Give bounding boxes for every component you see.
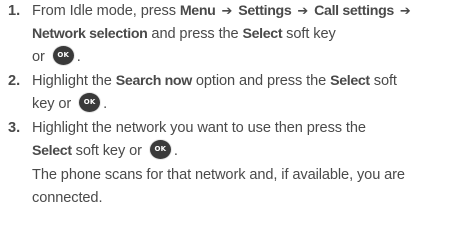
step-1-line-1: From Idle mode, press Menu ➔ Settings ➔ … (32, 0, 413, 22)
step-text: soft key (282, 26, 336, 42)
step-text: soft key or (71, 143, 142, 159)
step-text: . (173, 143, 178, 159)
step-text: . (76, 49, 81, 65)
step-text: key or (32, 96, 72, 112)
step-3-line-4: connected. (32, 187, 103, 209)
menu-term: Menu (179, 3, 216, 19)
search-now-term: Search now (115, 73, 192, 89)
step-1-line-2: Network selection and press the Select s… (32, 23, 336, 45)
step-text: Highlight the (32, 73, 116, 89)
step-text: From Idle mode, press (32, 3, 180, 19)
arrow-icon: ➔ (297, 4, 309, 19)
ok-key-icon: OK (78, 92, 102, 114)
select-term: Select (242, 26, 283, 42)
ok-key-icon: OK (148, 139, 172, 161)
ok-key-icon: OK (51, 45, 75, 67)
step-3-line-1: Highlight the network you want to use th… (32, 117, 366, 139)
step-number: 3. (8, 120, 21, 136)
step-number: 2. (8, 73, 21, 89)
step-1-line-3: or OK. (32, 45, 81, 68)
step-text: . (103, 96, 108, 112)
step-text: connected. (32, 190, 103, 206)
call-settings-term: Call settings (314, 3, 394, 19)
step-2-line-2: key or OK. (32, 92, 108, 115)
step-text: and press the (147, 26, 243, 42)
step-2-line-1: Highlight the Search now option and pres… (32, 70, 397, 92)
step-3-line-3: The phone scans for that network and, if… (32, 164, 405, 186)
step-text: or (32, 49, 45, 65)
settings-term: Settings (238, 3, 292, 19)
select-term: Select (32, 143, 72, 159)
step-number: 1. (8, 3, 21, 19)
step-3-line-2: Select soft key or OK. (32, 139, 178, 162)
arrow-icon: ➔ (399, 4, 411, 19)
network-selection-term: Network selection (32, 26, 148, 42)
step-text: option and press the (191, 73, 331, 89)
arrow-icon: ➔ (221, 4, 233, 19)
step-text: The phone scans for that network and, if… (32, 167, 405, 183)
step-text: Highlight the network you want to use th… (32, 120, 366, 136)
step-text: soft (369, 73, 397, 89)
select-term: Select (330, 73, 370, 89)
